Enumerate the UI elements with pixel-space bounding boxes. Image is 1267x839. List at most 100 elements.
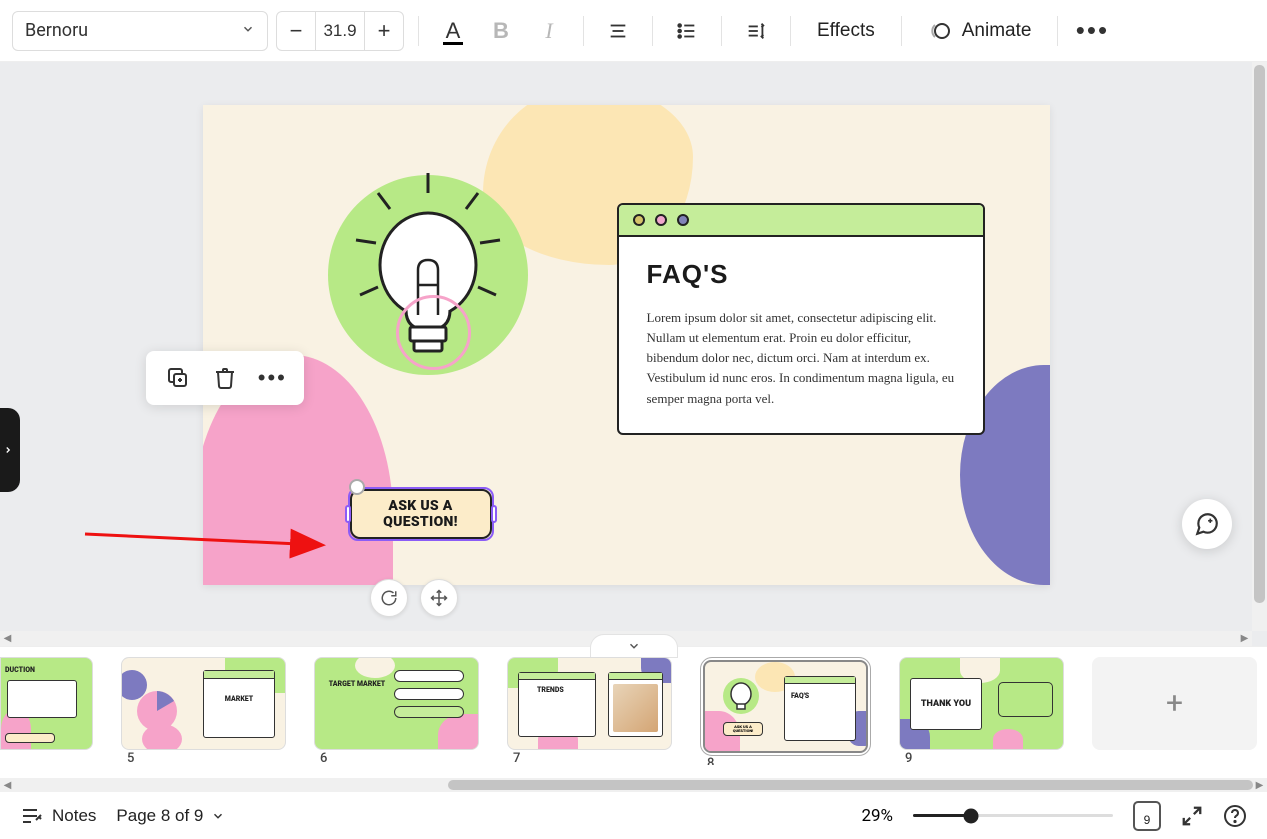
scroll-right-icon[interactable]: ▶ — [1237, 631, 1252, 646]
font-size-group: − + — [276, 11, 404, 51]
scroll-left-icon[interactable]: ◀ — [0, 778, 15, 793]
resize-handle-right[interactable] — [491, 505, 497, 523]
selected-text-element[interactable]: ASK US A QUESTION! — [350, 489, 492, 539]
font-size-increase[interactable]: + — [365, 12, 403, 50]
thumbnail-number: 7 — [513, 751, 520, 765]
fullscreen-button[interactable] — [1181, 805, 1203, 827]
font-size-decrease[interactable]: − — [277, 12, 315, 50]
notes-button[interactable]: Notes — [20, 804, 96, 828]
delete-button[interactable] — [208, 361, 242, 395]
font-size-input[interactable] — [315, 12, 365, 50]
text-toolbar: Bernoru − + A B I Effects Animate ••• — [0, 0, 1267, 62]
element-action-bar: ••• — [146, 351, 304, 405]
rotate-handle[interactable] — [349, 479, 365, 495]
thumbnail-number: 9 — [905, 751, 912, 765]
separator — [583, 16, 584, 46]
move-button[interactable] — [420, 579, 458, 617]
faq-body: FAQ'S Lorem ipsum dolor sit amet, consec… — [619, 237, 983, 433]
thumbnail-scrollbar[interactable]: ◀ ▶ — [0, 778, 1267, 792]
duplicate-button[interactable] — [161, 361, 195, 395]
slide-canvas[interactable]: FAQ'S Lorem ipsum dolor sit amet, consec… — [203, 105, 1050, 585]
page-indicator[interactable]: Page 8 of 9 — [116, 806, 225, 826]
effects-button[interactable]: Effects — [805, 11, 887, 51]
separator — [652, 16, 653, 46]
thumbnail-number: 6 — [320, 751, 327, 765]
scrollbar-thumb[interactable] — [1254, 65, 1265, 603]
pink-ring — [396, 295, 471, 370]
selection-frame — [348, 487, 494, 541]
animate-label: Animate — [962, 20, 1032, 42]
thumbnail-number: 5 — [127, 751, 134, 765]
chevron-down-icon — [241, 20, 255, 41]
thumbnail-page-7[interactable]: TRENDS 7 — [507, 657, 672, 750]
zoom-fill — [913, 814, 971, 817]
chevron-down-icon — [211, 809, 225, 823]
thumbnail-page-6[interactable]: TARGET MARKET 6 — [314, 657, 479, 750]
help-button[interactable] — [1223, 804, 1247, 828]
page-label: Page 8 of 9 — [116, 806, 203, 826]
separator — [418, 16, 419, 46]
alignment-button[interactable] — [598, 11, 638, 51]
window-dot — [655, 214, 667, 226]
animate-button[interactable]: Animate — [916, 11, 1044, 51]
color-swatch — [443, 42, 463, 45]
thumbnail-number: 8 — [707, 756, 714, 765]
thumbnail-page-5[interactable]: MARKET 5 — [121, 657, 286, 750]
bold-button[interactable]: B — [481, 11, 521, 51]
window-dot — [633, 214, 645, 226]
faq-text[interactable]: Lorem ipsum dolor sit amet, consectetur … — [647, 308, 955, 409]
grid-view-button[interactable]: 9 — [1133, 801, 1161, 831]
more-options-button[interactable]: ••• — [1072, 11, 1112, 51]
text-color-button[interactable]: A — [433, 11, 473, 51]
thumbnails-row: DUCTION MARKET 5 — [0, 647, 1267, 765]
font-name: Bernoru — [25, 20, 88, 41]
italic-button[interactable]: I — [529, 11, 569, 51]
separator — [901, 16, 902, 46]
thumbnail-strip: DUCTION MARKET 5 — [0, 646, 1267, 792]
faq-card[interactable]: FAQ'S Lorem ipsum dolor sit amet, consec… — [617, 203, 985, 435]
transform-controls — [370, 579, 458, 617]
notes-label: Notes — [52, 806, 96, 826]
add-page-button[interactable]: + — [1092, 657, 1257, 750]
sparkle-chat-icon — [1194, 511, 1220, 537]
duplicate-icon — [166, 366, 190, 390]
canvas-viewport[interactable]: FAQ'S Lorem ipsum dolor sit amet, consec… — [0, 62, 1252, 631]
list-button[interactable] — [667, 11, 707, 51]
zoom-handle[interactable] — [964, 808, 979, 823]
spacing-button[interactable] — [736, 11, 776, 51]
separator — [1057, 16, 1058, 46]
plus-icon: + — [1166, 686, 1183, 721]
help-icon — [1223, 804, 1247, 828]
side-panel-toggle[interactable] — [0, 408, 20, 492]
scroll-right-icon[interactable]: ▶ — [1252, 778, 1267, 793]
zoom-percent: 29% — [861, 806, 893, 826]
vertical-scrollbar[interactable] — [1252, 62, 1267, 631]
thumbnail-collapse-handle[interactable] — [590, 634, 678, 658]
lightbulb-graphic[interactable] — [328, 175, 528, 375]
ai-assist-button[interactable] — [1182, 499, 1232, 549]
move-icon — [430, 589, 448, 607]
resize-handle-left[interactable] — [345, 505, 351, 523]
thumbnail-page-8-active[interactable]: ASK US AQUESTION! FAQ'S 8 — [700, 657, 871, 756]
notes-icon — [20, 804, 44, 828]
fullscreen-icon — [1181, 805, 1203, 827]
zoom-slider[interactable] — [913, 814, 1113, 817]
dots-icon: ••• — [258, 365, 287, 391]
bottom-bar: Notes Page 8 of 9 29% 9 — [0, 792, 1267, 839]
page-count-badge: 9 — [1133, 801, 1161, 831]
sync-icon — [380, 589, 398, 607]
scrollbar-thumb[interactable] — [448, 780, 1253, 790]
window-dot — [677, 214, 689, 226]
font-selector[interactable]: Bernoru — [12, 11, 268, 51]
faq-title[interactable]: FAQ'S — [647, 259, 955, 290]
more-actions-button[interactable]: ••• — [255, 361, 289, 395]
dots-icon: ••• — [1076, 15, 1109, 46]
canvas-area: FAQ'S Lorem ipsum dolor sit amet, consec… — [0, 62, 1267, 646]
sync-button[interactable] — [370, 579, 408, 617]
thumbnail-page-9[interactable]: THANK YOU 9 — [899, 657, 1064, 750]
trash-icon — [213, 366, 237, 390]
thumbnail-page-4[interactable]: DUCTION — [0, 657, 93, 750]
separator — [790, 16, 791, 46]
scroll-left-icon[interactable]: ◀ — [0, 631, 15, 646]
separator — [721, 16, 722, 46]
